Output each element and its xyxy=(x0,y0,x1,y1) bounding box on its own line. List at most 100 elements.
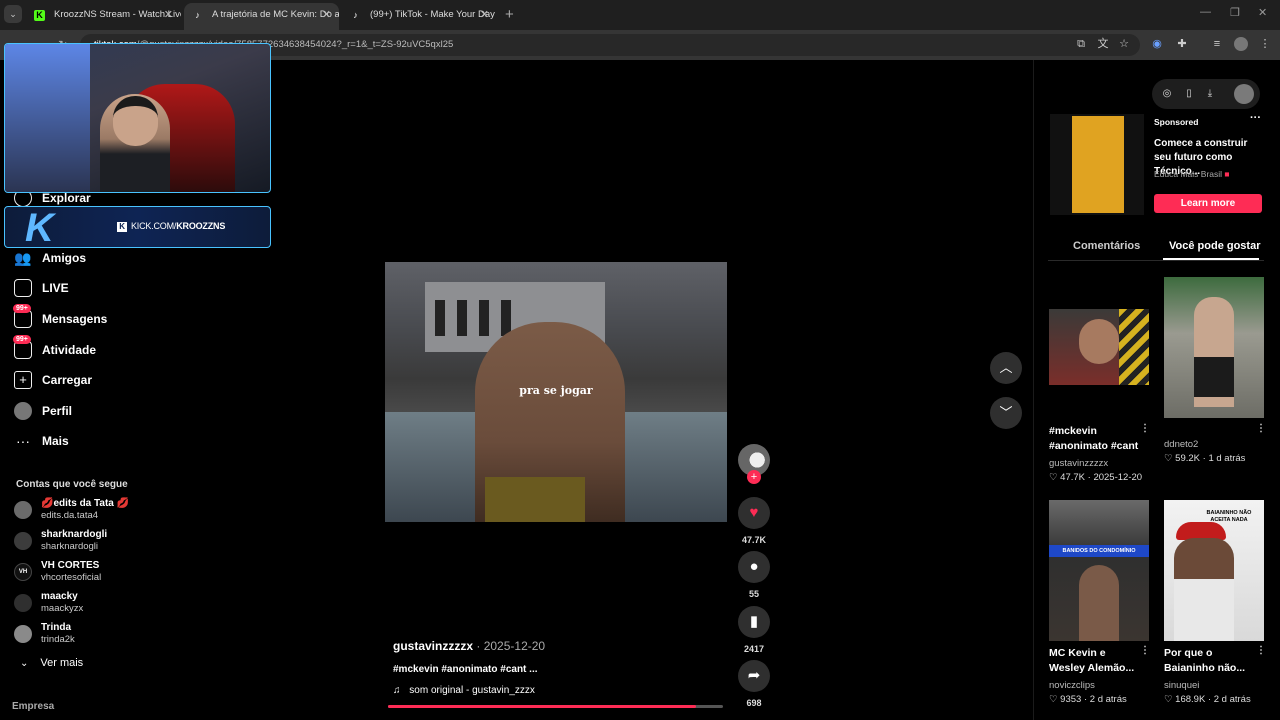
see-more-label: Ver mais xyxy=(40,657,84,669)
browser-tab-kick[interactable]: K KroozzNS Stream - Watch Live on ✕ xyxy=(26,3,181,27)
recommended-video-thumbnail[interactable]: BAIANINHO NÃO ACEITA NADA xyxy=(1164,500,1264,641)
nav-carregar[interactable]: + Carregar xyxy=(14,368,154,392)
tab-underline xyxy=(1048,260,1264,261)
extension-audio-icon[interactable]: ◉ xyxy=(1150,37,1164,51)
nav-label: Explorar xyxy=(42,191,91,205)
minimize-icon[interactable]: — xyxy=(1200,6,1211,18)
following-account[interactable]: sharknardogli sharknardogli xyxy=(14,528,154,554)
nav-perfil[interactable]: Perfil xyxy=(14,399,154,423)
tab-search-icon[interactable]: ⌄ xyxy=(4,5,22,23)
recommended-video-thumbnail[interactable]: BANIDOS DO CONDOMÍNIO xyxy=(1049,500,1149,641)
activity-icon: 99+ xyxy=(13,335,32,359)
ad-more-icon[interactable]: ··· xyxy=(1250,112,1261,124)
more-options-icon[interactable]: ⋮ xyxy=(1256,645,1266,656)
account-name: 💋edits da Tata 💋 xyxy=(41,498,130,509)
translate-icon[interactable]: 文 xyxy=(1096,37,1110,51)
tab-you-may-like[interactable]: Você pode gostar xyxy=(1169,240,1260,252)
kick-channel-banner: K K KICK.COM/KROOZZNS xyxy=(4,206,271,248)
phone-icon[interactable]: ▯ xyxy=(1182,87,1196,101)
following-account[interactable]: 💋edits da Tata 💋 edits.da.tata4 xyxy=(14,497,154,523)
recommended-user[interactable]: noviczclips xyxy=(1049,680,1095,691)
like-button[interactable]: ♥ xyxy=(738,497,770,529)
following-account[interactable]: VH VH CORTES vhcortesoficial xyxy=(14,559,154,585)
tab-comments[interactable]: Comentários xyxy=(1073,240,1140,252)
bookmark-icon: ▮ xyxy=(749,613,759,630)
browser-tab-active[interactable]: ♪ A trajetória de MC Kevin: Do anon ✕ xyxy=(184,3,339,30)
title-line: Baianinho não... xyxy=(1164,662,1246,674)
like-count: 59.2K xyxy=(1175,453,1200,464)
thumbnail-person xyxy=(1079,565,1119,641)
nav-label: Atividade xyxy=(42,343,97,357)
recommended-meta: ♡ 47.7K · 2025-12-20 xyxy=(1049,472,1143,483)
see-more-button[interactable]: ⌄ Ver mais xyxy=(20,657,83,669)
compass-icon[interactable]: ◎ xyxy=(1160,87,1174,101)
maximize-icon[interactable]: ❐ xyxy=(1230,6,1240,19)
close-tab-icon[interactable]: ✕ xyxy=(480,3,489,27)
video-sound[interactable]: ♫ som original - gustavin_zzzx xyxy=(393,685,535,696)
thumbnail-shorts xyxy=(1194,357,1234,397)
following-account[interactable]: maacky maackyzx xyxy=(14,590,154,616)
avatar: VH xyxy=(14,563,32,581)
video-date-sep: · xyxy=(476,639,484,653)
live-icon xyxy=(14,279,32,297)
close-window-icon[interactable]: ✕ xyxy=(1258,6,1267,19)
avatar[interactable] xyxy=(1234,84,1254,104)
recommended-user[interactable]: ddneto2 xyxy=(1164,439,1198,450)
recommended-title[interactable]: MC Kevin e Wesley Alemão... xyxy=(1049,646,1134,676)
recommended-user[interactable]: gustavinzzzzx xyxy=(1049,458,1108,469)
profile-avatar-icon[interactable] xyxy=(1234,37,1248,51)
following-account[interactable]: Trinda trinda2k xyxy=(14,621,154,647)
new-tab-icon[interactable]: + xyxy=(505,6,514,23)
video-author-line[interactable]: gustavinzzzzx · 2025-12-20 xyxy=(393,639,545,653)
close-tab-icon[interactable]: ✕ xyxy=(164,3,173,27)
comment-icon: ● xyxy=(749,558,759,575)
previous-video-button[interactable]: ︿ xyxy=(990,352,1022,384)
follow-plus-icon[interactable]: + xyxy=(747,470,761,484)
nav-live[interactable]: LIVE xyxy=(14,276,154,300)
account-username: vhcortesoficial xyxy=(41,572,102,583)
recommended-video-thumbnail[interactable] xyxy=(1049,309,1149,385)
video-caption: pra se jogar xyxy=(519,384,593,397)
save-button[interactable]: ▮ xyxy=(738,606,770,638)
video-description[interactable]: #mckevin #anonimato #cant ... xyxy=(393,664,538,675)
browser-tab-tiktok[interactable]: ♪ (99+) TikTok - Make Your Day ✕ xyxy=(342,3,497,27)
more-options-icon[interactable]: ⋮ xyxy=(1140,645,1150,656)
share-button[interactable]: ➦ xyxy=(738,660,770,692)
video-author[interactable]: gustavinzzzzx xyxy=(393,639,473,653)
account-username: sharknardogli xyxy=(41,541,99,552)
nav-label: Mais xyxy=(42,434,69,448)
chevron-down-icon: ⌄ xyxy=(20,657,29,669)
next-video-button[interactable]: ﹀ xyxy=(990,397,1022,429)
recommended-video-thumbnail[interactable] xyxy=(1164,277,1264,418)
close-tab-icon[interactable]: ✕ xyxy=(322,3,331,27)
nav-atividade[interactable]: 99+ Atividade xyxy=(13,335,154,362)
recommended-user[interactable]: sinuquei xyxy=(1164,680,1199,691)
video-player[interactable]: pra se jogar xyxy=(385,262,727,522)
recommended-title[interactable]: #mckevin #anonimato #cant xyxy=(1049,424,1138,454)
nav-mensagens[interactable]: 99+ Mensagens xyxy=(13,304,154,331)
browser-menu-icon[interactable]: ⋮ xyxy=(1258,37,1272,51)
more-options-icon[interactable]: ⋮ xyxy=(1256,423,1266,434)
comment-button[interactable]: ● xyxy=(738,551,770,583)
recommended-title[interactable]: Por que o Baianinho não... xyxy=(1164,646,1245,676)
more-options-icon[interactable]: ⋮ xyxy=(1140,423,1150,434)
extensions-icon[interactable]: ✚ xyxy=(1175,37,1189,51)
company-link[interactable]: Empresa xyxy=(12,701,54,712)
heart-outline-icon: ♡ xyxy=(1164,453,1173,464)
post-date: 2 d atrás xyxy=(1089,694,1127,705)
media-control-icon[interactable]: ≡ xyxy=(1210,37,1224,51)
video-progress-bar[interactable] xyxy=(388,705,723,708)
install-app-icon[interactable]: ⧉ xyxy=(1074,37,1088,51)
learn-more-button[interactable]: Learn more xyxy=(1154,194,1262,213)
bookmark-star-icon[interactable]: ☆ xyxy=(1117,37,1131,51)
ad-thumbnail[interactable] xyxy=(1050,114,1144,215)
friends-icon: 👥 xyxy=(14,250,32,266)
video-scene-window xyxy=(479,300,489,336)
video-scene-window xyxy=(435,300,445,336)
nav-mais[interactable]: ··· Mais xyxy=(14,429,154,453)
account-name: Trinda xyxy=(41,622,72,633)
download-icon[interactable]: ⤓ xyxy=(1203,87,1217,101)
ad-bag-icon: ■ xyxy=(1224,169,1230,179)
heart-outline-icon: ♡ xyxy=(1164,694,1173,705)
post-date: 2 d atrás xyxy=(1213,694,1251,705)
